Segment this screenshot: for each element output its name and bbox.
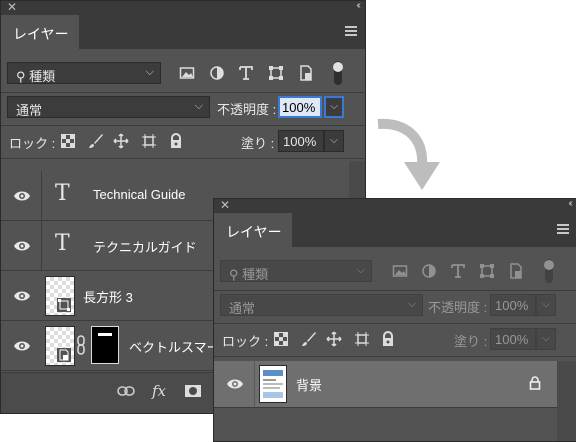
lock-all-icon[interactable]: [380, 331, 396, 347]
fill-label: 塗り :: [454, 334, 488, 349]
tab-layers[interactable]: レイヤー: [1, 15, 79, 49]
search-icon: ⚲: [229, 267, 239, 282]
eye-icon[interactable]: [13, 337, 31, 355]
panel-menu-icon[interactable]: [345, 26, 357, 36]
lock-icon: [529, 376, 541, 390]
fill-label: 塗り :: [241, 136, 275, 151]
lock-image-icon[interactable]: [301, 331, 317, 347]
fill-input[interactable]: 100%: [490, 328, 536, 350]
mask-icon[interactable]: [184, 384, 202, 398]
layer-name: ベクトルスマー: [129, 340, 220, 355]
chevron-down-icon: ⌵: [330, 101, 338, 112]
tab-layers-label: レイヤー: [13, 26, 69, 42]
image-filter-icon[interactable]: [392, 263, 408, 279]
eye-icon[interactable]: [226, 375, 244, 393]
tab-layers-label: レイヤー: [226, 224, 282, 240]
lock-label: ロック :: [222, 334, 269, 349]
lock-label: ロック :: [9, 136, 56, 151]
filter-kind-label: 種類: [29, 69, 56, 84]
lock-image-icon[interactable]: [88, 133, 104, 149]
mask-thumbnail[interactable]: [91, 326, 119, 364]
search-icon: ⚲: [16, 69, 26, 84]
layer-row-background[interactable]: 背景: [214, 361, 557, 408]
chevron-down-icon: ⌵: [542, 299, 550, 310]
filter-kind-label: 種類: [242, 267, 269, 282]
link-layers-icon[interactable]: [117, 385, 135, 397]
blend-mode-value: 通常: [229, 301, 256, 316]
lock-transparent-icon[interactable]: [274, 332, 288, 346]
type-filter-icon[interactable]: [450, 263, 466, 279]
filter-toggle-icon[interactable]: [331, 60, 345, 86]
close-icon[interactable]: ✕: [7, 1, 17, 14]
smart-object-filter-icon[interactable]: [508, 263, 524, 279]
fill-value: 100%: [283, 134, 317, 149]
panel-title-bar: ✕ ‹‹: [1, 1, 365, 15]
close-icon[interactable]: ✕: [220, 199, 230, 212]
panel-title-bar: ✕ ‹‹: [214, 199, 576, 213]
lock-all-icon[interactable]: [168, 133, 184, 149]
type-layer-icon: T: [55, 181, 70, 206]
panel-menu-icon[interactable]: [557, 224, 569, 234]
collapse-icon[interactable]: ‹‹: [568, 199, 572, 209]
adjustment-filter-icon[interactable]: [421, 263, 437, 279]
fill-slider-toggle[interactable]: ⌵: [324, 130, 344, 152]
fx-icon[interactable]: fx: [152, 382, 166, 400]
blend-mode-dropdown[interactable]: 通常 ⌵: [7, 96, 210, 118]
lock-artboard-icon[interactable]: [354, 331, 370, 347]
document-thumbnail: [259, 365, 287, 403]
opacity-input[interactable]: 100%: [278, 96, 322, 118]
shape-filter-icon[interactable]: [479, 263, 495, 279]
link-icon[interactable]: [76, 335, 86, 355]
eye-icon[interactable]: [13, 187, 31, 205]
chevron-down-icon: ⌵: [145, 66, 154, 78]
blend-mode-value: 通常: [16, 103, 43, 118]
chevron-down-icon: ⌵: [542, 333, 550, 344]
layer-name: テクニカルガイド: [93, 240, 197, 255]
opacity-label: 不透明度 :: [428, 300, 488, 315]
chevron-down-icon: ⌵: [407, 298, 416, 310]
tab-layers[interactable]: レイヤー: [214, 213, 292, 247]
layer-name: 長方形 3: [83, 290, 133, 305]
tab-row: レイヤー: [1, 15, 365, 49]
shape-layer-icon: [57, 298, 71, 312]
image-filter-icon[interactable]: [179, 65, 195, 81]
fill-slider-toggle[interactable]: ⌵: [536, 328, 556, 350]
eye-icon[interactable]: [13, 287, 31, 305]
opacity-value: 100%: [282, 100, 316, 115]
lock-position-icon[interactable]: [326, 331, 342, 347]
shape-filter-icon[interactable]: [268, 65, 284, 81]
type-layer-icon: T: [55, 231, 70, 256]
filter-kind-dropdown[interactable]: ⚲ 種類 ⌵: [220, 260, 372, 282]
scrollbar[interactable]: [557, 361, 576, 441]
eye-icon[interactable]: [13, 237, 31, 255]
adjustment-filter-icon[interactable]: [209, 65, 225, 81]
lock-artboard-icon[interactable]: [141, 133, 157, 149]
tab-row: レイヤー: [214, 213, 576, 247]
layer-name: 背景: [296, 378, 323, 393]
chevron-down-icon: ⌵: [356, 264, 365, 276]
layers-panel-after: ✕ ‹‹ レイヤー ⚲ 種類 ⌵ 通常 ⌵ 不透明度 : 100% ⌵ 塗り :…: [213, 198, 576, 442]
opacity-value: 100%: [495, 298, 529, 313]
collapse-icon[interactable]: ‹‹: [356, 1, 360, 11]
filter-kind-dropdown[interactable]: ⚲ 種類 ⌵: [7, 62, 161, 84]
lock-transparent-icon[interactable]: [61, 134, 75, 148]
fill-input[interactable]: 100%: [278, 130, 324, 152]
fill-value: 100%: [495, 332, 529, 347]
opacity-slider-toggle[interactable]: ⌵: [536, 294, 556, 316]
opacity-label: 不透明度 :: [217, 102, 277, 117]
lock-position-icon[interactable]: [113, 133, 129, 149]
chevron-down-icon: ⌵: [194, 100, 203, 112]
curved-arrow-icon: [377, 118, 440, 190]
blend-mode-dropdown[interactable]: 通常 ⌵: [220, 294, 423, 316]
smart-object-filter-icon[interactable]: [298, 65, 314, 81]
opacity-slider-toggle[interactable]: ⌵: [324, 96, 344, 118]
filter-toggle-icon[interactable]: [542, 258, 556, 284]
smart-object-icon: [57, 348, 71, 362]
opacity-input[interactable]: 100%: [490, 294, 536, 316]
chevron-down-icon: ⌵: [330, 135, 338, 146]
layer-name: Technical Guide: [93, 187, 186, 202]
type-filter-icon[interactable]: [238, 65, 254, 81]
